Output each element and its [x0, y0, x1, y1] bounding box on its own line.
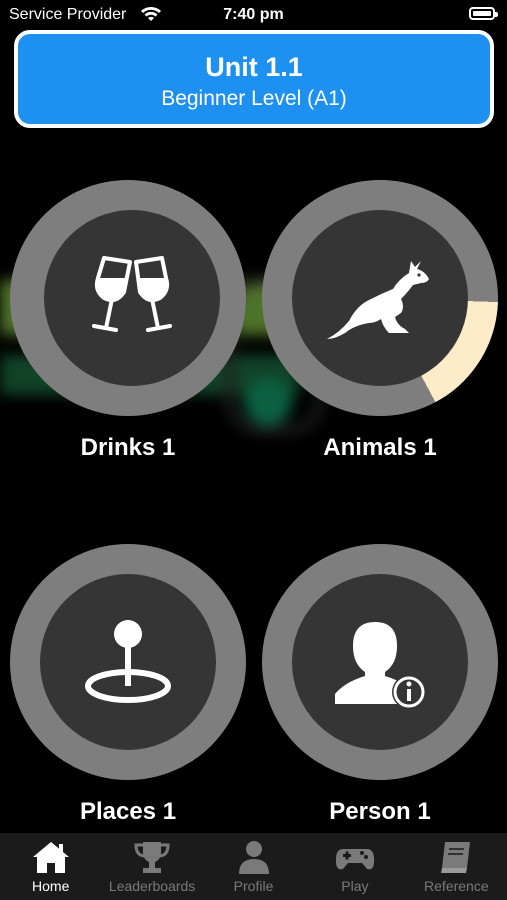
kangaroo-icon: [327, 261, 429, 339]
wine-glasses-icon: [92, 256, 172, 332]
lesson-tile-animals[interactable]: Animals 1: [258, 180, 502, 470]
lesson-label: Person 1: [329, 798, 431, 825]
gamepad-icon: [335, 849, 375, 870]
lesson-label: Animals 1: [323, 434, 437, 461]
tab-bar: Home Leaderboards Profile Play Reference: [0, 833, 507, 900]
lesson-tile-person[interactable]: Person 1: [258, 544, 502, 834]
tab-play[interactable]: Play: [304, 833, 405, 900]
status-bar: Service Provider 7:40 pm: [0, 0, 507, 30]
clock: 7:40 pm: [223, 6, 284, 23]
trophy-icon: [134, 842, 170, 873]
tab-label: Reference: [424, 878, 489, 894]
unit-title: Unit 1.1: [205, 52, 303, 82]
tab-label: Leaderboards: [108, 878, 196, 894]
lesson-icon-circle: [40, 574, 216, 750]
lesson-label: Places 1: [79, 798, 177, 825]
unit-level: Beginner Level (A1): [161, 87, 347, 110]
location-pin-icon: [85, 620, 171, 703]
tab-leaderboards[interactable]: Leaderboards: [101, 833, 202, 900]
lesson-label: Drinks 1: [80, 434, 176, 461]
lesson-tile-places[interactable]: Places 1: [6, 544, 250, 834]
tab-home[interactable]: Home: [0, 833, 101, 900]
person-info-icon: [335, 622, 426, 709]
tab-label: Play: [341, 878, 369, 894]
lesson-icon-circle: [292, 210, 468, 386]
person-icon: [238, 841, 269, 874]
tab-profile[interactable]: Profile: [203, 833, 304, 900]
unit-header-card[interactable]: Unit 1.1 Beginner Level (A1): [14, 30, 494, 128]
book-icon: [441, 842, 471, 873]
tab-label: Profile: [233, 878, 274, 894]
home-icon: [32, 842, 69, 873]
lesson-icon-circle: [292, 574, 468, 750]
battery-icon: [469, 7, 498, 20]
tab-label: Home: [32, 878, 70, 894]
tab-reference[interactable]: Reference: [406, 833, 507, 900]
lesson-tile-drinks[interactable]: Drinks 1: [6, 180, 250, 470]
lesson-icon-circle: [44, 210, 220, 386]
